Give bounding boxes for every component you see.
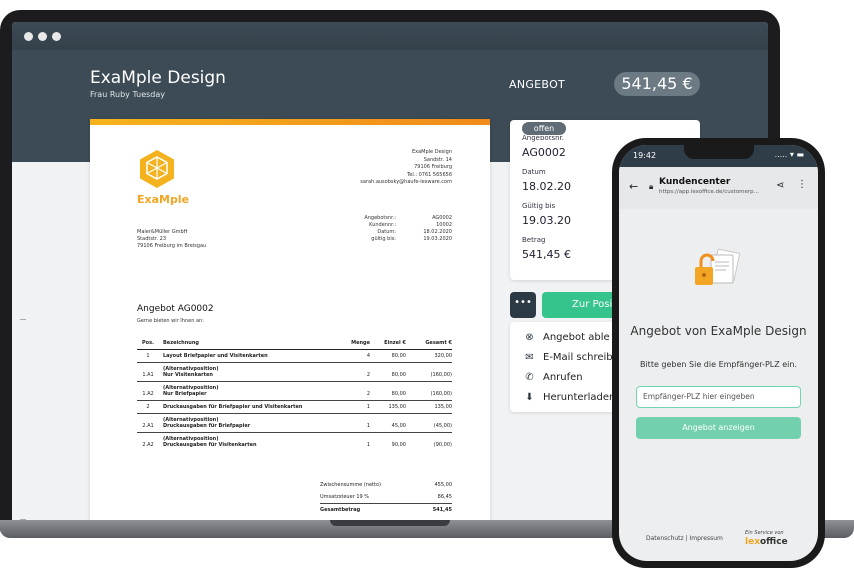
table-row: 1.A1 (Alternativposition) Nur Visitenkart… xyxy=(137,363,452,382)
offer-title: Angebot AG0002 xyxy=(137,304,214,314)
mail-icon: ✉ xyxy=(525,352,534,363)
close-circle-icon: ⊗ xyxy=(525,332,534,343)
download-icon: ⬇ xyxy=(525,392,534,403)
phone-status-icons: ..... ▾ ▬ xyxy=(774,150,804,159)
info-value-amount: 541,45 € xyxy=(522,248,571,261)
grand-total-row: Gesamtbetrag 541,45 xyxy=(320,503,452,516)
more-options-button[interactable]: ••• xyxy=(510,292,536,318)
document-accent-bar xyxy=(90,119,490,125)
phone-url: https://app.lexoffice.de/customerp... xyxy=(659,189,759,195)
table-row: 1 Layout Briefpapier und Visitenkarten 4… xyxy=(137,350,452,363)
logo-text: ExaMple xyxy=(137,193,190,206)
company-logo-icon xyxy=(140,150,174,188)
totals-block: Zwischensumme (netto) 455,00 Umsatzsteuer… xyxy=(320,479,452,516)
amount-badge: 541,45 € xyxy=(614,72,700,96)
service-label: Ein Service von xyxy=(745,530,784,536)
fold-mark xyxy=(20,319,26,320)
table-header: Pos. Bezeichnung Menge Einzel € Gesamt € xyxy=(137,337,452,350)
phone-app-bar: ← 🔒︎ Kundencenter https://app.lexoffice.… xyxy=(619,167,818,209)
lock-icon: 🔒︎ xyxy=(649,182,654,191)
table-row: 2 Druckausgaben für Briefpapier und Visi… xyxy=(137,401,452,414)
info-label-valid-until: Gültig bis xyxy=(522,202,556,210)
back-arrow-icon[interactable]: ← xyxy=(629,180,638,193)
action-download[interactable]: ⬇ Herunterladen xyxy=(524,392,615,403)
table-row: 1.A2 (Alternativposition) Nur Briefpapier… xyxy=(137,382,452,401)
action-call[interactable]: ✆ Anrufen xyxy=(524,372,582,383)
info-value-valid-until: 19.03.20 xyxy=(522,214,571,227)
postal-code-input[interactable]: Empfänger-PLZ hier eingeben xyxy=(636,386,801,408)
info-value-number: AG0002 xyxy=(522,146,566,159)
action-decline-offer[interactable]: ⊗ Angebot able xyxy=(524,332,609,343)
phone-page-title: Kundencenter xyxy=(659,177,731,187)
table-row: 2.A2 (Alternativposition) Druckausgaben f… xyxy=(142,436,452,448)
phone-notch xyxy=(683,145,754,159)
overflow-menu-icon[interactable]: ⋮ xyxy=(797,179,807,190)
phone: 19:42 ..... ▾ ▬ ← 🔒︎ Kundencenter https:… xyxy=(612,138,825,568)
unlock-document-icon xyxy=(695,248,740,285)
offer-intro: Gerne bieten wir Ihnen an: xyxy=(137,318,204,324)
action-write-email[interactable]: ✉ E-Mail schreib xyxy=(524,352,612,363)
lexoffice-logo: lexoffice xyxy=(745,537,788,547)
document-meta: Angebotsnr.: AG0002 Kundennr.: 10002 Datum… xyxy=(364,215,452,242)
info-label-amount: Betrag xyxy=(522,236,546,244)
laptop-base-notch xyxy=(330,520,450,526)
phone-footer-links[interactable]: Datenschutz | Impressum xyxy=(646,535,723,542)
window-close-dot[interactable] xyxy=(24,32,33,41)
subtotal-row: Zwischensumme (netto) 455,00 xyxy=(320,482,452,488)
recipient-address: Maier&Müller GmbH Stadtstr. 23 79106 Fre… xyxy=(137,229,207,249)
company-name: ExaMple Design xyxy=(90,68,226,88)
offer-document: ExaMple ExaMple Design Sandstr. 14 79106… xyxy=(90,119,490,524)
phone-screen: 19:42 ..... ▾ ▬ ← 🔒︎ Kundencenter https:… xyxy=(619,145,818,561)
phone-heading: Angebot von ExaMple Design xyxy=(630,324,807,338)
tax-row: Umsatzsteuer 19 % 86,45 xyxy=(320,494,452,500)
info-label-date: Datum xyxy=(522,168,546,176)
phone-instruction: Bitte geben Sie die Empfänger-PLZ ein. xyxy=(639,360,798,369)
contact-name: Frau Ruby Tuesday xyxy=(90,90,165,99)
share-icon[interactable]: ⋖ xyxy=(776,180,784,191)
line-items-table: Pos. Bezeichnung Menge Einzel € Gesamt €… xyxy=(137,337,452,451)
document-type: ANGEBOT xyxy=(509,78,566,91)
table-row: 2.A1 (Alternativposition) Druckausgaben f… xyxy=(137,414,452,433)
status-badge: offen xyxy=(521,121,567,136)
info-value-date: 18.02.20 xyxy=(522,180,571,193)
sender-address: ExaMple Design Sandstr. 14 79106 Freibur… xyxy=(360,149,452,185)
window-titlebar xyxy=(12,22,768,50)
window-maximize-dot[interactable] xyxy=(52,32,61,41)
show-offer-button[interactable]: Angebot anzeigen xyxy=(636,417,801,439)
window-minimize-dot[interactable] xyxy=(38,32,47,41)
phone-time: 19:42 xyxy=(633,151,657,160)
phone-icon: ✆ xyxy=(525,372,534,383)
